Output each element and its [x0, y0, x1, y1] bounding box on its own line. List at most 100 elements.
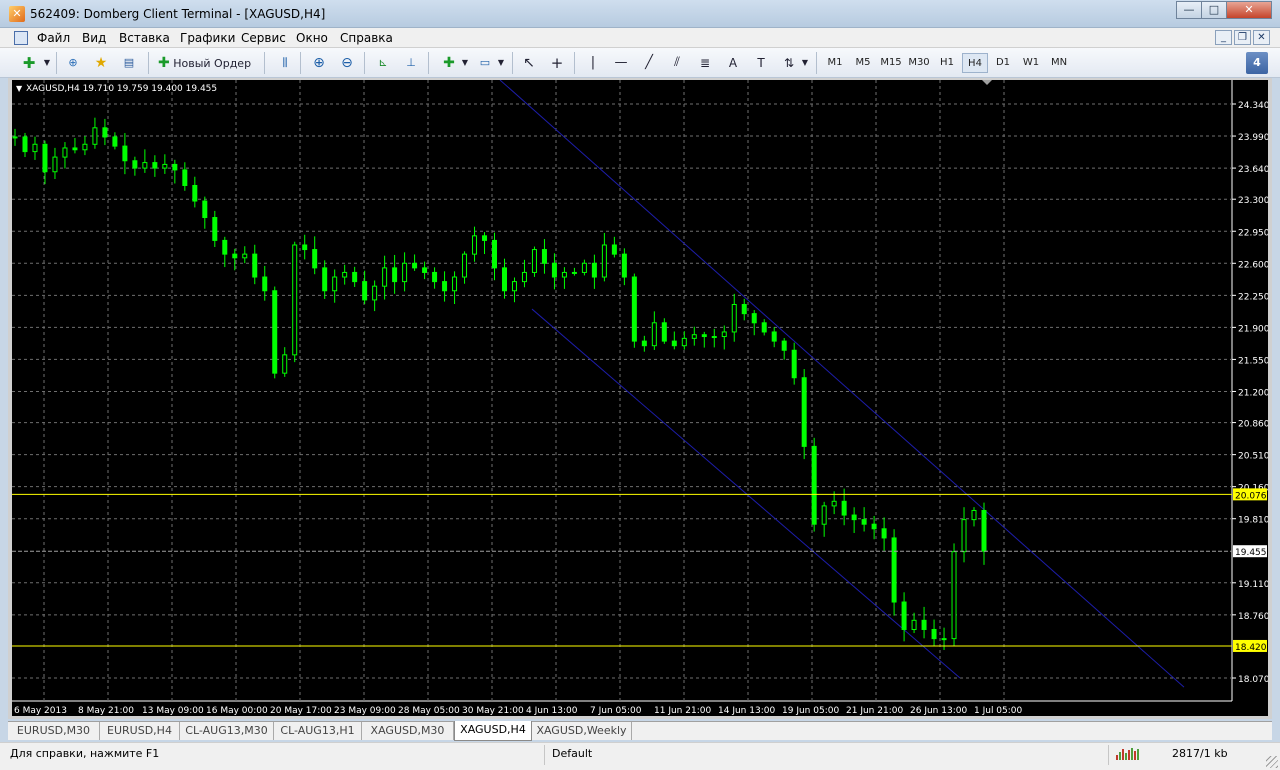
candle-body: [132, 160, 138, 169]
cursor-icon[interactable]: ↖: [518, 52, 540, 74]
text-label-icon[interactable]: T: [750, 52, 772, 74]
candle-body: [661, 322, 667, 342]
candle-body: [871, 523, 877, 530]
candle-body: [342, 271, 348, 278]
resize-grip-icon[interactable]: [1266, 756, 1278, 768]
price-label: 21.900: [1238, 324, 1268, 334]
close-button[interactable]: ✕: [1226, 1, 1272, 19]
vertical-line-icon[interactable]: |: [582, 52, 604, 74]
timeframe-m5-button[interactable]: M5: [850, 53, 876, 73]
price-chart[interactable]: 24.340 23.990 23.640 23.300 22.950 22.600 22.2…: [12, 80, 1268, 716]
menu-insert[interactable]: Вставка: [119, 31, 170, 45]
price-label: 20.860: [1238, 420, 1268, 430]
mdi-restore-button[interactable]: ❐: [1234, 30, 1251, 45]
candle-body: [272, 290, 278, 374]
traffic-counter: 2817/1 kb: [1172, 747, 1228, 760]
candle-body: [771, 331, 777, 342]
mdi-close-button[interactable]: ✕: [1253, 30, 1270, 45]
help-hint: Для справки, нажмите F1: [10, 747, 160, 760]
periods-dropdown-icon[interactable]: ▼: [490, 52, 512, 74]
candle-body: [312, 249, 318, 269]
candle-body: [262, 276, 268, 292]
timeframe-w1-button[interactable]: W1: [1018, 53, 1044, 73]
candle-body: [472, 235, 478, 255]
zoom-out-icon[interactable]: ⊖: [336, 52, 358, 74]
toolbar-separator: [512, 52, 513, 74]
indicators-dropdown-icon[interactable]: ▼: [454, 52, 476, 74]
navigator-star-icon[interactable]: ★: [90, 52, 112, 74]
chart-area[interactable]: 24.340 23.990 23.640 23.300 22.950 22.600 22.2…: [12, 80, 1268, 716]
candle-body: [851, 514, 857, 521]
time-label: 4 Jun 13:00: [526, 706, 578, 716]
timeframe-d1-button[interactable]: D1: [990, 53, 1016, 73]
candle-body: [432, 271, 438, 283]
arrows-dropdown-icon[interactable]: ▼: [794, 52, 816, 74]
tab-eurusd-m30[interactable]: EURUSD,M30: [8, 722, 100, 740]
new-chart-dropdown-icon[interactable]: ▼: [36, 52, 58, 74]
time-label: 8 May 21:00: [78, 706, 134, 716]
candle-body: [551, 262, 557, 278]
candle-body: [711, 336, 717, 339]
tab-cl-aug13-h1[interactable]: CL-AUG13,H1: [274, 722, 362, 740]
time-label: 11 Jun 21:00: [654, 706, 711, 716]
time-label: 16 May 00:00: [206, 706, 268, 716]
equidistant-channel-icon[interactable]: ⫽: [666, 52, 688, 74]
maximize-button[interactable]: □: [1201, 1, 1227, 19]
tab-eurusd-h4[interactable]: EURUSD,H4: [100, 722, 180, 740]
candle-body: [741, 303, 747, 315]
timeframe-h1-button[interactable]: H1: [934, 53, 960, 73]
candle-body: [102, 127, 108, 138]
candle-body: [182, 169, 188, 186]
candle-body: [971, 509, 977, 521]
timeframe-m1-button[interactable]: M1: [822, 53, 848, 73]
auto-scroll-icon[interactable]: ⊾: [372, 52, 394, 74]
x-logo-icon[interactable]: ✕: [9, 6, 25, 22]
collapse-triangle-icon: ▼: [16, 84, 23, 93]
menu-tools[interactable]: Сервис: [241, 31, 286, 45]
candle-body: [621, 253, 627, 278]
crosshair-icon[interactable]: +: [546, 52, 568, 74]
candle-body: [392, 267, 398, 283]
time-label: 7 Jun 05:00: [590, 706, 642, 716]
price-label: 24.340: [1238, 101, 1268, 111]
chart-window-icon[interactable]: [14, 31, 28, 45]
chart-shift-icon[interactable]: ⊥: [400, 52, 422, 74]
mdi-minimize-button[interactable]: _: [1215, 30, 1232, 45]
market-watch-icon[interactable]: ⊕: [62, 52, 84, 74]
tab-cl-aug13-m30[interactable]: CL-AUG13,M30: [180, 722, 274, 740]
menu-bar: Файл Вид Вставка Графики Сервис Окно Спр…: [0, 28, 1280, 48]
candle-body: [212, 217, 218, 241]
fibonacci-icon[interactable]: ≣: [694, 52, 716, 74]
candle-body: [322, 267, 328, 292]
new-order-button[interactable]: ✚ Новый Ордер: [156, 52, 256, 74]
price-label: 23.300: [1238, 196, 1268, 206]
timeframe-m15-button[interactable]: M15: [878, 53, 904, 73]
trend-line-icon[interactable]: ╱: [638, 52, 660, 74]
menu-help[interactable]: Справка: [340, 31, 393, 45]
candle-body: [332, 276, 338, 292]
timeframe-mn-button[interactable]: MN: [1046, 53, 1072, 73]
horizontal-line-icon[interactable]: —: [610, 52, 632, 74]
minimize-button[interactable]: —: [1176, 1, 1202, 19]
connection-bars-icon: [1116, 748, 1140, 760]
zoom-in-icon[interactable]: ⊕: [308, 52, 330, 74]
menu-view[interactable]: Вид: [82, 31, 106, 45]
notification-badge[interactable]: 4: [1246, 52, 1268, 74]
candle-body: [162, 163, 168, 169]
menu-charts[interactable]: Графики: [180, 31, 235, 45]
symbol-info: XAGUSD,H4 19.710 19.759 19.400 19.455: [26, 84, 217, 94]
chart-shift-marker-icon: [982, 80, 992, 85]
tab-xagusd-weekly[interactable]: XAGUSD,Weekly: [532, 722, 632, 740]
tab-xagusd-m30[interactable]: XAGUSD,M30: [362, 722, 454, 740]
time-label: 21 Jun 21:00: [846, 706, 903, 716]
text-icon[interactable]: A: [722, 52, 744, 74]
profile-name[interactable]: Default: [552, 747, 592, 760]
menu-file[interactable]: Файл: [37, 31, 70, 45]
menu-window[interactable]: Окно: [296, 31, 328, 45]
timeframe-h4-button[interactable]: H4: [962, 53, 988, 73]
tab-xagusd-h4[interactable]: XAGUSD,H4: [454, 721, 532, 741]
timeframe-m30-button[interactable]: M30: [906, 53, 932, 73]
time-label: 20 May 17:00: [270, 706, 332, 716]
terminal-window-icon[interactable]: ▤: [118, 52, 140, 74]
chart-bars-icon[interactable]: ⫼: [274, 52, 296, 74]
